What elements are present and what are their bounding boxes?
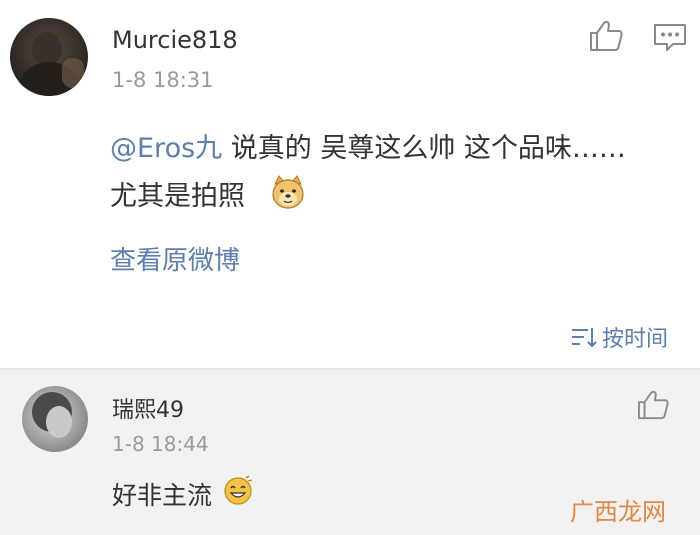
view-original-link[interactable]: 查看原微博 (110, 240, 240, 277)
mention-link[interactable]: @Eros九 (110, 133, 222, 164)
reply-username[interactable]: 瑞熙49 (112, 392, 184, 424)
grin-emoji (224, 475, 253, 505)
sort-by-time-toggle[interactable]: 按时间 (570, 320, 668, 354)
main-comment: Murcie818 1-8 18:31 @Eros九 说真的 吴尊这么帅 这个品… (0, 0, 700, 370)
comment-username[interactable]: Murcie818 (112, 26, 238, 54)
reply-timestamp: 1-8 18:44 (112, 432, 209, 456)
comment-timestamp: 1-8 18:31 (112, 68, 214, 92)
reply-avatar[interactable] (22, 386, 88, 452)
sort-label: 按时间 (602, 327, 669, 352)
comment-icon[interactable] (652, 22, 688, 52)
thumbs-up-icon[interactable] (636, 390, 670, 420)
sort-icon (572, 328, 597, 348)
avatar[interactable] (10, 18, 88, 96)
avatar-face-shape (46, 406, 72, 438)
reply-item: 瑞熙49 1-8 18:44 好非主流 广西龙网 (0, 370, 700, 535)
avatar-head-shape (32, 32, 62, 66)
reply-text: 好非主流 (112, 481, 213, 510)
comment-text-line-2: 尤其是拍照 (110, 181, 245, 212)
avatar-light-shape (62, 58, 84, 88)
comment-text: 说真的 吴尊这么帅 这个品味…… (222, 133, 626, 164)
watermark-text: 广西龙网 (570, 498, 666, 526)
thumbs-up-icon[interactable] (588, 20, 624, 52)
doge-emoji (272, 175, 304, 209)
comment-text-line-1: @Eros九 说真的 吴尊这么帅 这个品味…… (110, 126, 626, 165)
